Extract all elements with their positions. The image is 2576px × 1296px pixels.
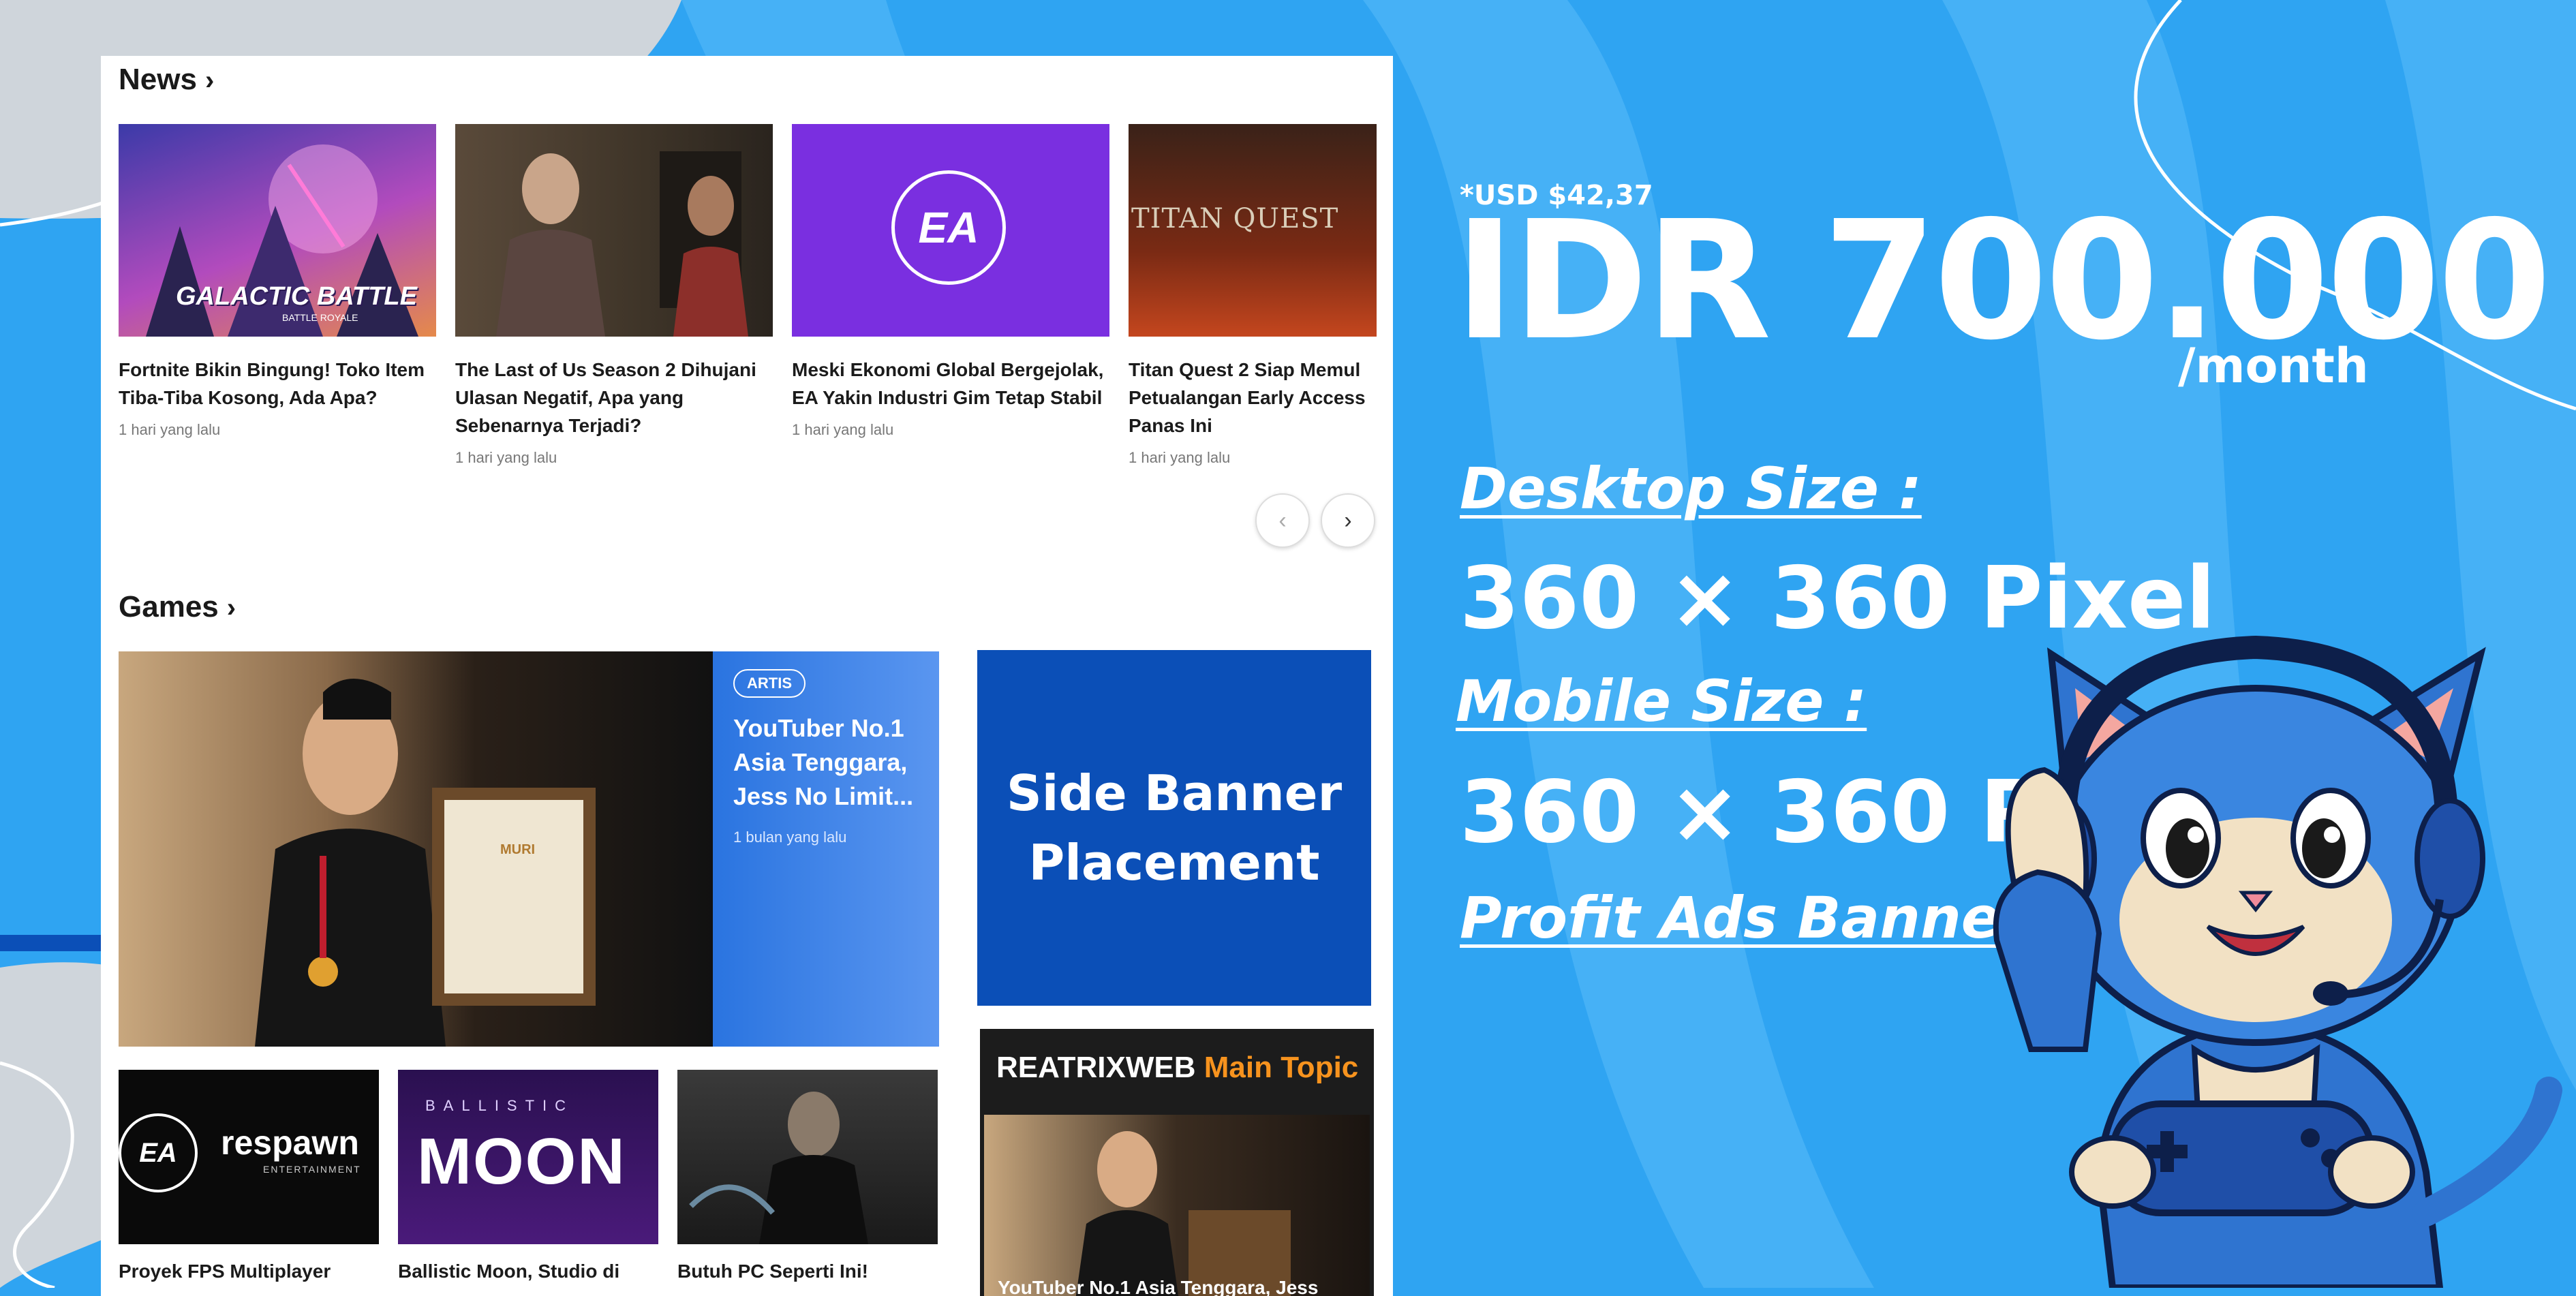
carousel-next-button[interactable]: › [1321, 493, 1375, 548]
main-topic-image: YouTuber No.1 Asia Tenggara, Jess [984, 1115, 1370, 1296]
chevron-right-icon: › [1344, 507, 1352, 534]
news-time: 1 hari yang lalu [1129, 449, 1231, 466]
desktop-size-label: Desktop Size : [1460, 455, 1922, 522]
news-thumbnail [455, 124, 773, 337]
website-preview: News › GALACTIC BATTLE BATTLE ROYALE Fort… [101, 56, 1393, 1296]
main-topic-header: REATRIXWEB Main Topic [996, 1051, 1358, 1085]
game-title: Butuh PC Seperti Ini! [677, 1261, 868, 1282]
game-thumbnail [677, 1070, 938, 1244]
featured-badge: ARTIS [733, 669, 806, 698]
chevron-right-icon: › [204, 65, 215, 95]
featured-photo: MURI [119, 651, 713, 1047]
game-card-respawn[interactable]: EA respawn ENTERTAINMENT Proyek FPS Mult… [119, 1070, 379, 1282]
game-thumbnail: EA respawn ENTERTAINMENT [119, 1070, 379, 1244]
ea-logo-text: EA [139, 1137, 177, 1168]
chevron-right-icon: › [226, 593, 236, 623]
respawn-logo-subtitle: ENTERTAINMENT [263, 1164, 361, 1175]
ea-circle-logo: EA [119, 1113, 198, 1192]
price-period: /month [2178, 338, 2369, 394]
games-heading-label: Games [119, 590, 219, 623]
featured-article[interactable]: MURI ARTIS YouTuber No.1 Asia Tenggara, … [119, 651, 939, 1047]
main-topic-caption: YouTuber No.1 Asia Tenggara, Jess [998, 1277, 1319, 1296]
news-time: 1 hari yang lalu [119, 421, 221, 438]
main-topic-person-illustration [1075, 1131, 1291, 1296]
side-banner-placement[interactable]: Side Banner Placement [977, 650, 1371, 1006]
news-title: Meski Ekonomi Global Bergejolak, EA Yaki… [792, 359, 1104, 408]
game-title: Ballistic Moon, Studio di [398, 1261, 620, 1282]
ea-logo: EA [891, 170, 1006, 285]
news-card-fortnite[interactable]: GALACTIC BATTLE BATTLE ROYALE Fortnite B… [119, 124, 436, 439]
profit-ads-banner-label: Profit Ads Banner [1460, 884, 2029, 951]
side-banner-line1: Side Banner [1006, 765, 1343, 822]
fortnite-thumb-subtitle: BATTLE ROYALE [282, 312, 358, 323]
news-thumbnail: GALACTIC BATTLE BATTLE ROYALE [119, 124, 436, 337]
main-topic-label: Main Topic [1203, 1051, 1359, 1084]
ballistic-logo-subtitle: BALLISTIC [425, 1097, 574, 1114]
news-heading-label: News [119, 63, 197, 96]
news-title: The Last of Us Season 2 Dihujani Ulasan … [455, 359, 756, 436]
games-heading[interactable]: Games › [119, 590, 236, 624]
ballistic-logo-text: MOON [417, 1125, 626, 1198]
news-card-tlou[interactable]: The Last of Us Season 2 Dihujani Ulasan … [455, 124, 773, 467]
carousel-prev-button[interactable]: ‹ [1255, 493, 1310, 548]
respawn-logo-text: respawn [221, 1124, 359, 1162]
main-topic-widget[interactable]: REATRIXWEB Main Topic YouTuber No.1 Asia… [980, 1029, 1374, 1296]
game-title: Proyek FPS Multiplayer [119, 1261, 331, 1282]
main-topic-brand: REATRIXWEB [996, 1051, 1196, 1084]
news-thumbnail: TITAN QUEST [1129, 124, 1377, 337]
game-card-ballistic-moon[interactable]: BALLISTIC MOON Ballistic Moon, Studio di [398, 1070, 658, 1282]
featured-time: 1 bulan yang lalu [733, 829, 847, 846]
side-banner-line2: Placement [1028, 834, 1320, 891]
news-title: Fortnite Bikin Bingung! Toko Item Tiba-T… [119, 359, 425, 408]
game-thumbnail: BALLISTIC MOON [398, 1070, 658, 1244]
mobile-size-label: Mobile Size : [1456, 668, 1867, 735]
news-time: 1 hari yang lalu [455, 449, 557, 466]
featured-person-illustration [255, 679, 596, 1047]
news-card-ea[interactable]: EA Meski Ekonomi Global Bergejolak, EA Y… [792, 124, 1109, 439]
gamer-cat-mascot [1993, 635, 2562, 1288]
certificate-text: MURI [500, 842, 536, 857]
featured-overlay: ARTIS YouTuber No.1 Asia Tenggara, Jess … [713, 651, 939, 1047]
pc-character-artwork [689, 1092, 868, 1244]
fortnite-thumb-title: GALACTIC BATTLE [176, 282, 417, 311]
news-thumbnail: EA [792, 124, 1109, 337]
price-heading: IDR 700.000 [1454, 185, 2551, 376]
tlou-artwork [496, 151, 748, 337]
titanquest-logo-text: TITAN QUEST [1131, 203, 1339, 234]
news-heading[interactable]: News › [119, 63, 214, 97]
news-card-titanquest[interactable]: TITAN QUEST Titan Quest 2 Siap Memul Pet… [1129, 124, 1377, 467]
featured-title: YouTuber No.1 Asia Tenggara, Jess No Lim… [733, 714, 914, 810]
game-card-pc[interactable]: Butuh PC Seperti Ini! [677, 1070, 938, 1282]
news-time: 1 hari yang lalu [792, 421, 894, 438]
ea-logo-text: EA [918, 203, 979, 252]
chevron-left-icon: ‹ [1278, 507, 1287, 534]
news-title: Titan Quest 2 Siap Memul Petualangan Ear… [1129, 359, 1366, 436]
